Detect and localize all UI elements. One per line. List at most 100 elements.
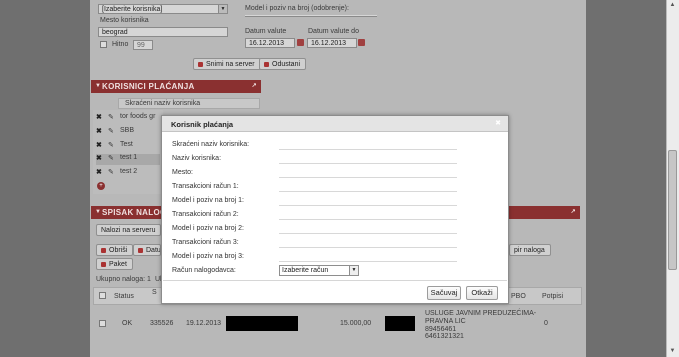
korisnici-list: ✖ ✎ tor foods gr ✖ ✎ SBB ✖ ✎ Test ✖ ✎ te… xyxy=(93,110,163,194)
racun-2-input[interactable] xyxy=(279,209,457,220)
model-field[interactable] xyxy=(245,15,377,17)
edit-icon[interactable]: ✎ xyxy=(108,154,114,162)
hitno-label: Hitno xyxy=(112,41,129,48)
otkazi-button[interactable]: Otkaži xyxy=(466,286,498,300)
save-icon xyxy=(198,61,203,67)
close-icon[interactable]: ✖ xyxy=(96,128,102,135)
close-icon[interactable]: ✖ xyxy=(96,169,102,176)
hitno-checkbox[interactable] xyxy=(100,41,107,48)
edit-icon[interactable]: ✎ xyxy=(108,113,114,121)
model-1-input[interactable] xyxy=(279,195,457,206)
chevron-down-icon: ▼ xyxy=(218,5,227,13)
datum-valute-label: Datum valute xyxy=(245,28,287,35)
dialog-divider xyxy=(163,280,507,281)
skraceni-naziv-input[interactable] xyxy=(279,139,457,150)
field-label: Transakcioni račun 3: xyxy=(172,239,239,246)
right-gutter xyxy=(586,0,666,357)
nalogodavac-select[interactable]: Izaberite račun ▼ xyxy=(279,265,359,276)
kopiraj-naloga-button[interactable]: pir naloga xyxy=(509,244,551,256)
obrisi-button[interactable]: Obriši xyxy=(96,244,134,256)
racun-3-input[interactable] xyxy=(279,237,457,248)
resize-icon[interactable]: ↗ xyxy=(252,80,257,93)
select-all-checkbox[interactable] xyxy=(99,292,106,299)
chevron-down-icon: ▼ xyxy=(349,266,358,275)
row-potpisi: 0 xyxy=(544,320,548,327)
list-item[interactable]: ✖ ✎ test 1 xyxy=(96,154,160,165)
obrisi-label: Obriši xyxy=(109,247,128,254)
package-icon xyxy=(101,261,106,267)
mesto-value: beograd xyxy=(102,29,128,36)
dialog-header[interactable]: Korisnik plaćanja ✖ xyxy=(162,116,508,132)
list-item[interactable]: ✖ ✎ Test xyxy=(96,141,133,149)
redacted-block xyxy=(385,316,415,331)
racun-1-input[interactable] xyxy=(279,181,457,192)
datum-button[interactable]: Datu xyxy=(133,244,161,256)
datum-label: Datu xyxy=(146,247,161,254)
edit-icon[interactable]: ✎ xyxy=(108,141,114,149)
close-icon[interactable]: ✖ xyxy=(96,114,102,121)
korisnici-column-header[interactable]: Skraćeni naziv korisnika xyxy=(118,98,260,109)
add-icon[interactable]: + xyxy=(97,182,105,190)
resize-icon[interactable]: ↗ xyxy=(571,206,576,219)
row-number: 335526 xyxy=(150,320,174,327)
field-label: Model i poziv na broj 1: xyxy=(172,197,244,204)
scroll-up-icon[interactable]: ▲ xyxy=(668,1,677,10)
scroll-thumb[interactable] xyxy=(668,150,677,270)
list-item-label: test 2 xyxy=(120,168,138,175)
close-icon[interactable]: ✖ xyxy=(96,155,102,162)
calendar-icon xyxy=(138,247,143,253)
field-label: Mesto: xyxy=(172,169,194,176)
kopiraj-label: pir naloga xyxy=(514,247,545,254)
korisnici-panel-header: ▼ KORISNICI PLAĆANJA ↗ xyxy=(91,80,261,93)
list-item-label: test 1 xyxy=(120,154,138,161)
delete-icon xyxy=(101,247,106,253)
hitno-select[interactable]: 99 xyxy=(133,40,153,50)
undo-icon xyxy=(264,61,269,67)
row-account-2: 6461321321 xyxy=(425,333,464,340)
list-item-label: SBB xyxy=(120,127,135,134)
datum-valute-field[interactable]: 16.12.2013 xyxy=(245,38,295,48)
row-amount: 15.000,00 xyxy=(340,320,372,327)
collapse-arrow-icon[interactable]: ▼ xyxy=(95,80,101,93)
save-server-button[interactable]: Snimi na server xyxy=(193,58,261,70)
edit-icon[interactable]: ✎ xyxy=(108,168,114,176)
close-icon[interactable]: ✖ xyxy=(495,119,501,127)
left-gutter xyxy=(0,0,90,357)
korisnik-placanja-dialog: Korisnik plaćanja ✖ Skraćeni naziv koris… xyxy=(161,115,509,304)
redacted-block xyxy=(226,316,298,331)
nalogodavac-select-value: Izaberite račun xyxy=(282,267,329,274)
model-3-input[interactable] xyxy=(279,251,457,262)
scroll-down-icon[interactable]: ▼ xyxy=(668,347,677,356)
column-pbo: PBO xyxy=(511,293,526,300)
datum-valute-value: 16.12.2013 xyxy=(249,40,285,47)
korisnik-select[interactable]: [Izaberite korisnika] ▼ xyxy=(98,4,228,14)
tab-nalozi-na-serveru[interactable]: Nalozi na serveru xyxy=(96,224,162,236)
sacuvaj-button[interactable]: Sačuvaj xyxy=(427,286,461,300)
row-checkbox[interactable] xyxy=(99,320,106,327)
row-account-1: 89456461 xyxy=(425,326,457,333)
column-header-label: Skraćeni naziv korisnika xyxy=(125,100,201,107)
column-status: Status xyxy=(114,293,134,300)
close-icon[interactable]: ✖ xyxy=(96,142,102,149)
nalozi-panel-title: SPISAK NALOG xyxy=(102,208,167,217)
list-item[interactable]: ✖ ✎ tor foods gr xyxy=(96,113,155,121)
cancel-button[interactable]: Odustani xyxy=(259,58,307,70)
mesto-label: Mesto korisnika xyxy=(100,17,149,24)
calendar-icon[interactable] xyxy=(297,39,304,46)
model-2-input[interactable] xyxy=(279,223,457,234)
list-item[interactable]: ✖ ✎ test 2 xyxy=(96,168,137,176)
mesto-field[interactable]: beograd xyxy=(98,27,228,37)
list-item-label: tor foods gr xyxy=(120,113,156,120)
edit-icon[interactable]: ✎ xyxy=(108,127,114,135)
list-item[interactable]: ✖ ✎ SBB xyxy=(96,127,134,135)
datum-valute-do-field[interactable]: 16.12.2013 xyxy=(307,38,357,48)
paket-button[interactable]: Paket xyxy=(96,258,133,270)
cancel-label: Odustani xyxy=(272,61,301,68)
paket-label: Paket xyxy=(109,261,127,268)
calendar-icon[interactable] xyxy=(358,39,365,46)
field-label: Model i poziv na broj 3: xyxy=(172,253,244,260)
korisnik-select-value: [Izaberite korisnika] xyxy=(102,6,163,13)
naziv-input[interactable] xyxy=(279,153,457,164)
mesto-input[interactable] xyxy=(279,167,457,178)
collapse-arrow-icon[interactable]: ▼ xyxy=(95,206,101,219)
